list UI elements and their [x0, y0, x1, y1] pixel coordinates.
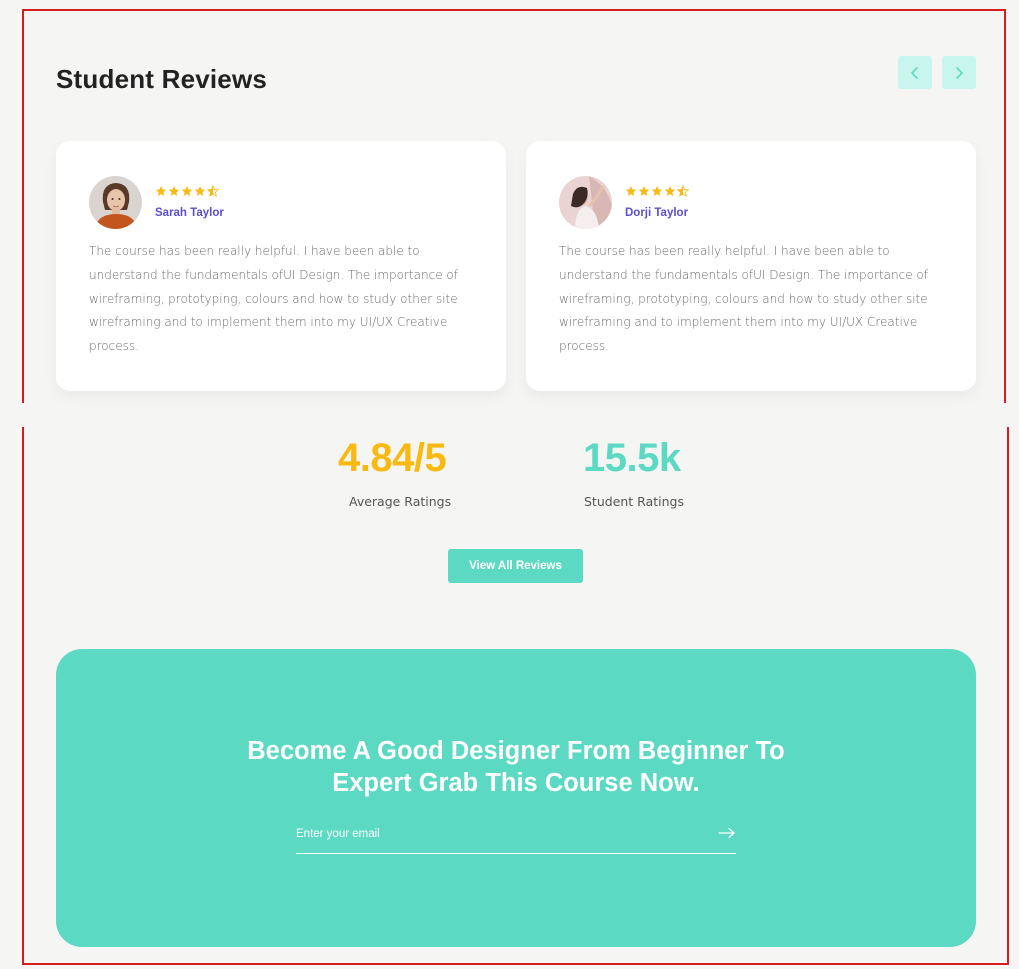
- cta-heading: Become A Good Designer From Beginner To …: [56, 735, 976, 799]
- avatar: [89, 176, 142, 229]
- star-icon: [181, 186, 193, 196]
- star-icon: [168, 186, 180, 196]
- star-icon: [664, 186, 676, 196]
- star-rating: [625, 185, 689, 197]
- chevron-left-icon: [911, 66, 918, 79]
- arrow-right-icon: [718, 827, 735, 839]
- star-icon: [638, 186, 650, 196]
- view-all-reviews-button[interactable]: View All Reviews: [448, 549, 583, 583]
- review-text: The course has been really helpful. I ha…: [559, 244, 928, 354]
- review-card: Dorji Taylor The course has been really …: [526, 141, 976, 391]
- prev-button[interactable]: [898, 56, 932, 89]
- star-half-icon: [677, 185, 689, 197]
- average-rating-label: Average Ratings: [349, 494, 452, 509]
- review-card: Sarah Taylor The course has been really …: [56, 141, 506, 391]
- star-rating: [155, 185, 219, 197]
- student-ratings-value: 15.5k: [583, 436, 681, 480]
- cta-heading-line: Become A Good Designer From Beginner To: [247, 737, 785, 765]
- email-form: [296, 817, 736, 854]
- reviewer-name: Dorji Taylor: [625, 207, 689, 219]
- star-icon: [625, 186, 637, 196]
- chevron-right-icon: [956, 66, 963, 79]
- next-button[interactable]: [942, 56, 976, 89]
- star-icon: [194, 186, 206, 196]
- star-icon: [155, 186, 167, 196]
- review-text: The course has been really helpful. I ha…: [89, 244, 458, 354]
- newsletter-cta: Become A Good Designer From Beginner To …: [56, 649, 976, 947]
- reviewer-name: Sarah Taylor: [155, 207, 224, 219]
- submit-button[interactable]: [718, 826, 736, 840]
- student-ratings-label: Student Ratings: [584, 494, 684, 509]
- email-input[interactable]: [296, 823, 696, 845]
- average-rating-value: 4.84/5: [338, 436, 447, 480]
- section-title: Student Reviews: [56, 64, 268, 94]
- star-half-icon: [207, 185, 219, 197]
- star-icon: [651, 186, 663, 196]
- cta-heading-line: Expert Grab This Course Now.: [332, 769, 700, 797]
- avatar: [559, 176, 612, 229]
